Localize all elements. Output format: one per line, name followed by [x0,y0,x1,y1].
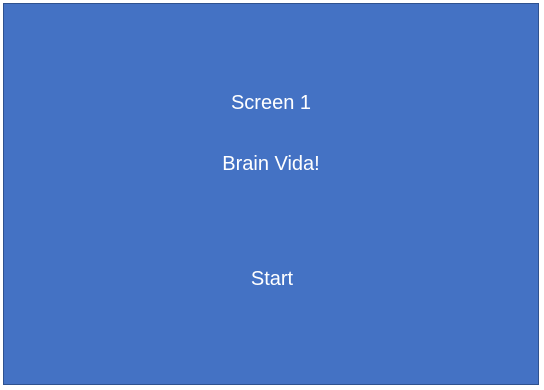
start-screen: Screen 1 Brain Vida! Start [3,3,539,385]
screen-title: Screen 1 [230,92,312,114]
app-name: Brain Vida! [222,153,320,175]
start-button[interactable]: Start [222,262,322,296]
